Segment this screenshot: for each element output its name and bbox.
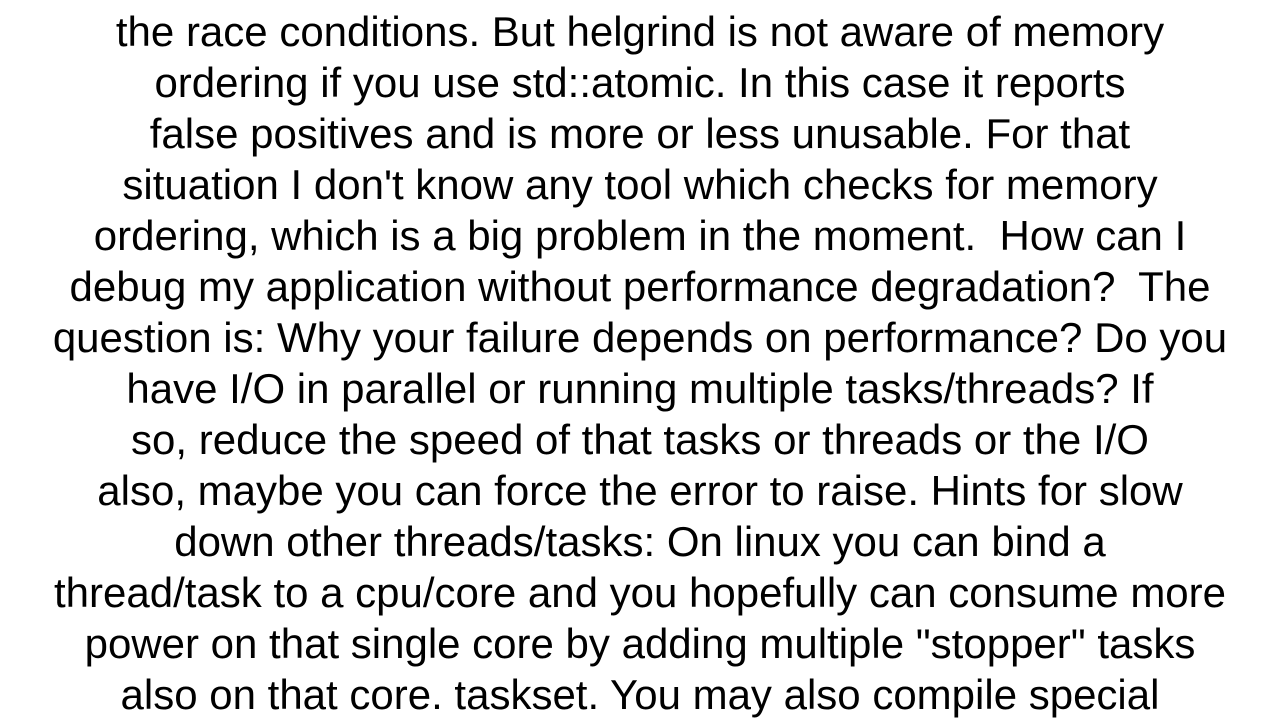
text-line: question is: Why your failure depends on… [52,314,1228,361]
text-line: ordering if you use std::atomic. In this… [154,59,1126,106]
text-line: debug my application without performance… [69,263,1211,310]
text-line: thread/task to a cpu/core and you hopefu… [53,569,1227,616]
text-line: the race conditions. But helgrind is not… [115,8,1165,55]
text-line: also, maybe you can force the error to r… [97,467,1183,514]
text-line: down other threads/tasks: On linux you c… [174,518,1106,565]
text-line: ordering, which is a big problem in the … [93,212,1187,259]
text-line: situation I don't know any tool which ch… [122,161,1158,208]
answer-text: the race conditions. But helgrind is not… [0,6,1280,720]
text-line: have I/O in parallel or running multiple… [126,365,1154,412]
text-line: so, reduce the speed of that tasks or th… [131,416,1149,463]
text-line: false positives and is more or less unus… [149,110,1131,157]
text-line: power on that single core by adding mult… [84,620,1196,667]
text-line: also on that core. taskset. You may also… [120,671,1160,718]
